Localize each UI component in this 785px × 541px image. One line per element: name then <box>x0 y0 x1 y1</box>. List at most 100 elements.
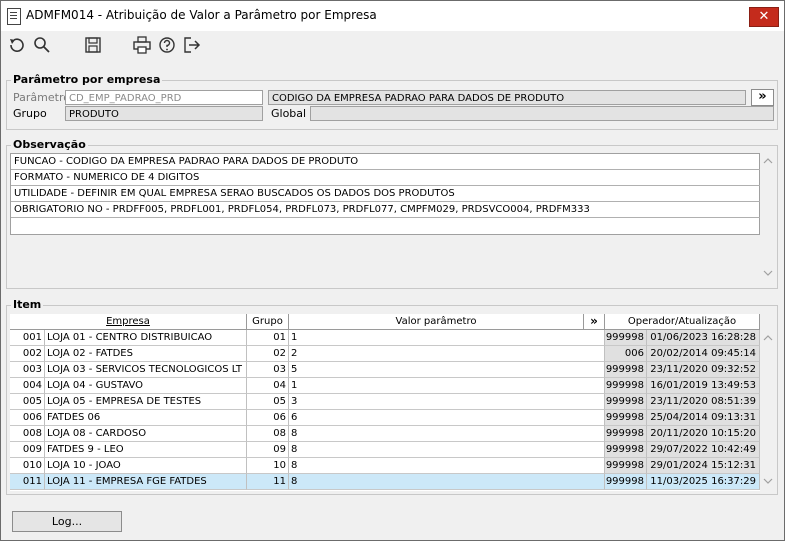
grupo-cell: 01 <box>247 330 289 346</box>
valor-cell[interactable]: 1 <box>289 378 605 394</box>
atualizacao-cell: 01/06/2023 16:28:28 <box>647 330 760 346</box>
row-number-cell: 010 <box>10 458 45 474</box>
operador-cell: 999998 <box>605 378 647 394</box>
search-icon[interactable] <box>32 35 52 55</box>
atualizacao-cell: 29/07/2022 10:42:49 <box>647 442 760 458</box>
table-row[interactable]: 010 LOJA 10 - JOAO 10 8 999998 29/01/2024 15:… <box>10 458 760 474</box>
print-icon[interactable] <box>132 35 152 55</box>
exit-icon[interactable] <box>182 35 202 55</box>
item-table: Empresa Grupo Valor parâmetro » Operador… <box>10 314 776 491</box>
header-empresa[interactable]: Empresa <box>10 314 247 329</box>
row-number-cell: 002 <box>10 346 45 362</box>
atualizacao-cell: 20/02/2014 09:45:14 <box>647 346 760 362</box>
table-row[interactable]: 006 FATDES 06 06 6 999998 25/04/2014 09:13:31 <box>10 410 760 426</box>
undo-icon[interactable] <box>6 35 26 55</box>
grupo-cell: 11 <box>247 474 289 490</box>
obs-line: UTILIDADE - DEFINIR EM QUAL EMPRESA SERA… <box>11 186 761 202</box>
grupo-label: Grupo <box>13 107 47 120</box>
empresa-cell: LOJA 04 - GUSTAVO <box>45 378 247 394</box>
grupo-cell: 10 <box>247 458 289 474</box>
valor-cell[interactable]: 8 <box>289 442 605 458</box>
valor-cell[interactable]: 8 <box>289 458 605 474</box>
row-number-cell: 003 <box>10 362 45 378</box>
operador-cell: 999998 <box>605 458 647 474</box>
operador-cell: 999998 <box>605 410 647 426</box>
param-group-label: Parâmetro por empresa <box>11 73 163 86</box>
obs-text-area[interactable]: FUNCAO - CODIGO DA EMPRESA PADRAO PARA D… <box>10 153 776 283</box>
operador-cell: 999998 <box>605 426 647 442</box>
operador-cell: 999998 <box>605 474 647 490</box>
descricao-field: CODIGO DA EMPRESA PADRAO PARA DADOS DE P… <box>268 90 746 105</box>
grupo-cell: 03 <box>247 362 289 378</box>
table-body: 001 LOJA 01 - CENTRO DISTRIBUICAO 01 1 99999… <box>10 330 760 491</box>
table-row[interactable]: 003 LOJA 03 - SERVICOS TECNOLOGICOS LT 03 5… <box>10 362 760 378</box>
table-row[interactable]: 005 LOJA 05 - EMPRESA DE TESTES 05 3 999998 2… <box>10 394 760 410</box>
toolbar <box>1 31 784 59</box>
atualizacao-cell: 20/11/2020 10:15:20 <box>647 426 760 442</box>
empresa-cell: LOJA 11 - EMPRESA FGE FATDES <box>45 474 247 490</box>
obs-scrollbar[interactable] <box>760 153 776 281</box>
table-row[interactable]: 008 LOJA 08 - CARDOSO 08 8 999998 20/11/2020 … <box>10 426 760 442</box>
grupo-cell: 04 <box>247 378 289 394</box>
parametro-label: Parâmetro <box>13 91 70 104</box>
window-title: ADMFM014 - Atribuição de Valor a Parâmet… <box>26 8 377 22</box>
row-number-cell: 009 <box>10 442 45 458</box>
table-row[interactable]: 002 LOJA 02 - FATDES 02 2 006 20/02/2014 09:4… <box>10 346 760 362</box>
global-field <box>310 106 774 121</box>
empresa-cell: FATDES 06 <box>45 410 247 426</box>
grupo-cell: 08 <box>247 426 289 442</box>
row-number-cell: 004 <box>10 378 45 394</box>
atualizacao-cell: 25/04/2014 09:13:31 <box>647 410 760 426</box>
atualizacao-cell: 11/03/2025 16:37:29 <box>647 474 760 490</box>
table-row[interactable]: 001 LOJA 01 - CENTRO DISTRIBUICAO 01 1 99999… <box>10 330 760 346</box>
grupo-cell: 06 <box>247 410 289 426</box>
row-number-cell: 005 <box>10 394 45 410</box>
help-icon[interactable] <box>157 35 177 55</box>
grupo-field: PRODUTO <box>65 106 263 121</box>
obs-line: FORMATO - NUMERICO DE 4 DIGITOS <box>11 170 761 186</box>
valor-cell[interactable]: 3 <box>289 394 605 410</box>
grupo-cell: 05 <box>247 394 289 410</box>
valor-cell[interactable]: 1 <box>289 330 605 346</box>
app-icon <box>7 8 21 25</box>
valor-cell[interactable]: 5 <box>289 362 605 378</box>
operador-cell: 999998 <box>605 442 647 458</box>
table-row[interactable]: 011 LOJA 11 - EMPRESA FGE FATDES 11 8 999998… <box>10 474 760 490</box>
row-number-cell: 006 <box>10 410 45 426</box>
parametro-field[interactable]: CD_EMP_PADRAO_PRD <box>65 90 263 105</box>
item-group-label: Item <box>11 298 44 311</box>
empresa-cell: LOJA 08 - CARDOSO <box>45 426 247 442</box>
item-scrollbar[interactable] <box>760 330 776 491</box>
valor-cell[interactable]: 6 <box>289 410 605 426</box>
empresa-cell: FATDES 9 - LEO <box>45 442 247 458</box>
header-grupo[interactable]: Grupo <box>247 314 289 329</box>
operador-cell: 999998 <box>605 394 647 410</box>
log-button[interactable]: Log... <box>12 511 122 532</box>
valor-cell[interactable]: 8 <box>289 426 605 442</box>
header-valor[interactable]: Valor parâmetro <box>289 314 584 329</box>
obs-line: OBRIGATORIO NO - PRDFF005, PRDFL001, PRD… <box>11 202 761 218</box>
valor-cell[interactable]: 2 <box>289 346 605 362</box>
atualizacao-cell: 23/11/2020 08:51:39 <box>647 394 760 410</box>
table-row[interactable]: 004 LOJA 04 - GUSTAVO 04 1 999998 16/01/2019 … <box>10 378 760 394</box>
close-button[interactable]: ✕ <box>749 7 779 27</box>
row-number-cell: 001 <box>10 330 45 346</box>
operador-cell: 006 <box>605 346 647 362</box>
save-icon[interactable] <box>83 35 103 55</box>
obs-group-label: Observação <box>11 138 88 151</box>
header-operador[interactable]: Operador/Atualização <box>605 314 760 329</box>
table-header: Empresa Grupo Valor parâmetro » Operador… <box>10 314 760 330</box>
row-number-cell: 011 <box>10 474 45 490</box>
empresa-cell: LOJA 01 - CENTRO DISTRIBUICAO <box>45 330 247 346</box>
obs-line: FUNCAO - CODIGO DA EMPRESA PADRAO PARA D… <box>11 154 761 170</box>
valor-cell[interactable]: 8 <box>289 474 605 490</box>
header-expand-button[interactable]: » <box>584 314 605 329</box>
grupo-cell: 02 <box>247 346 289 362</box>
empresa-cell: LOJA 05 - EMPRESA DE TESTES <box>45 394 247 410</box>
empresa-cell: LOJA 03 - SERVICOS TECNOLOGICOS LT <box>45 362 247 378</box>
expand-param-button[interactable]: » <box>751 89 774 106</box>
atualizacao-cell: 29/01/2024 15:12:31 <box>647 458 760 474</box>
title-bar: ADMFM014 - Atribuição de Valor a Parâmet… <box>1 1 784 31</box>
table-row[interactable]: 009 FATDES 9 - LEO 09 8 999998 29/07/2022 10:… <box>10 442 760 458</box>
row-number-cell: 008 <box>10 426 45 442</box>
